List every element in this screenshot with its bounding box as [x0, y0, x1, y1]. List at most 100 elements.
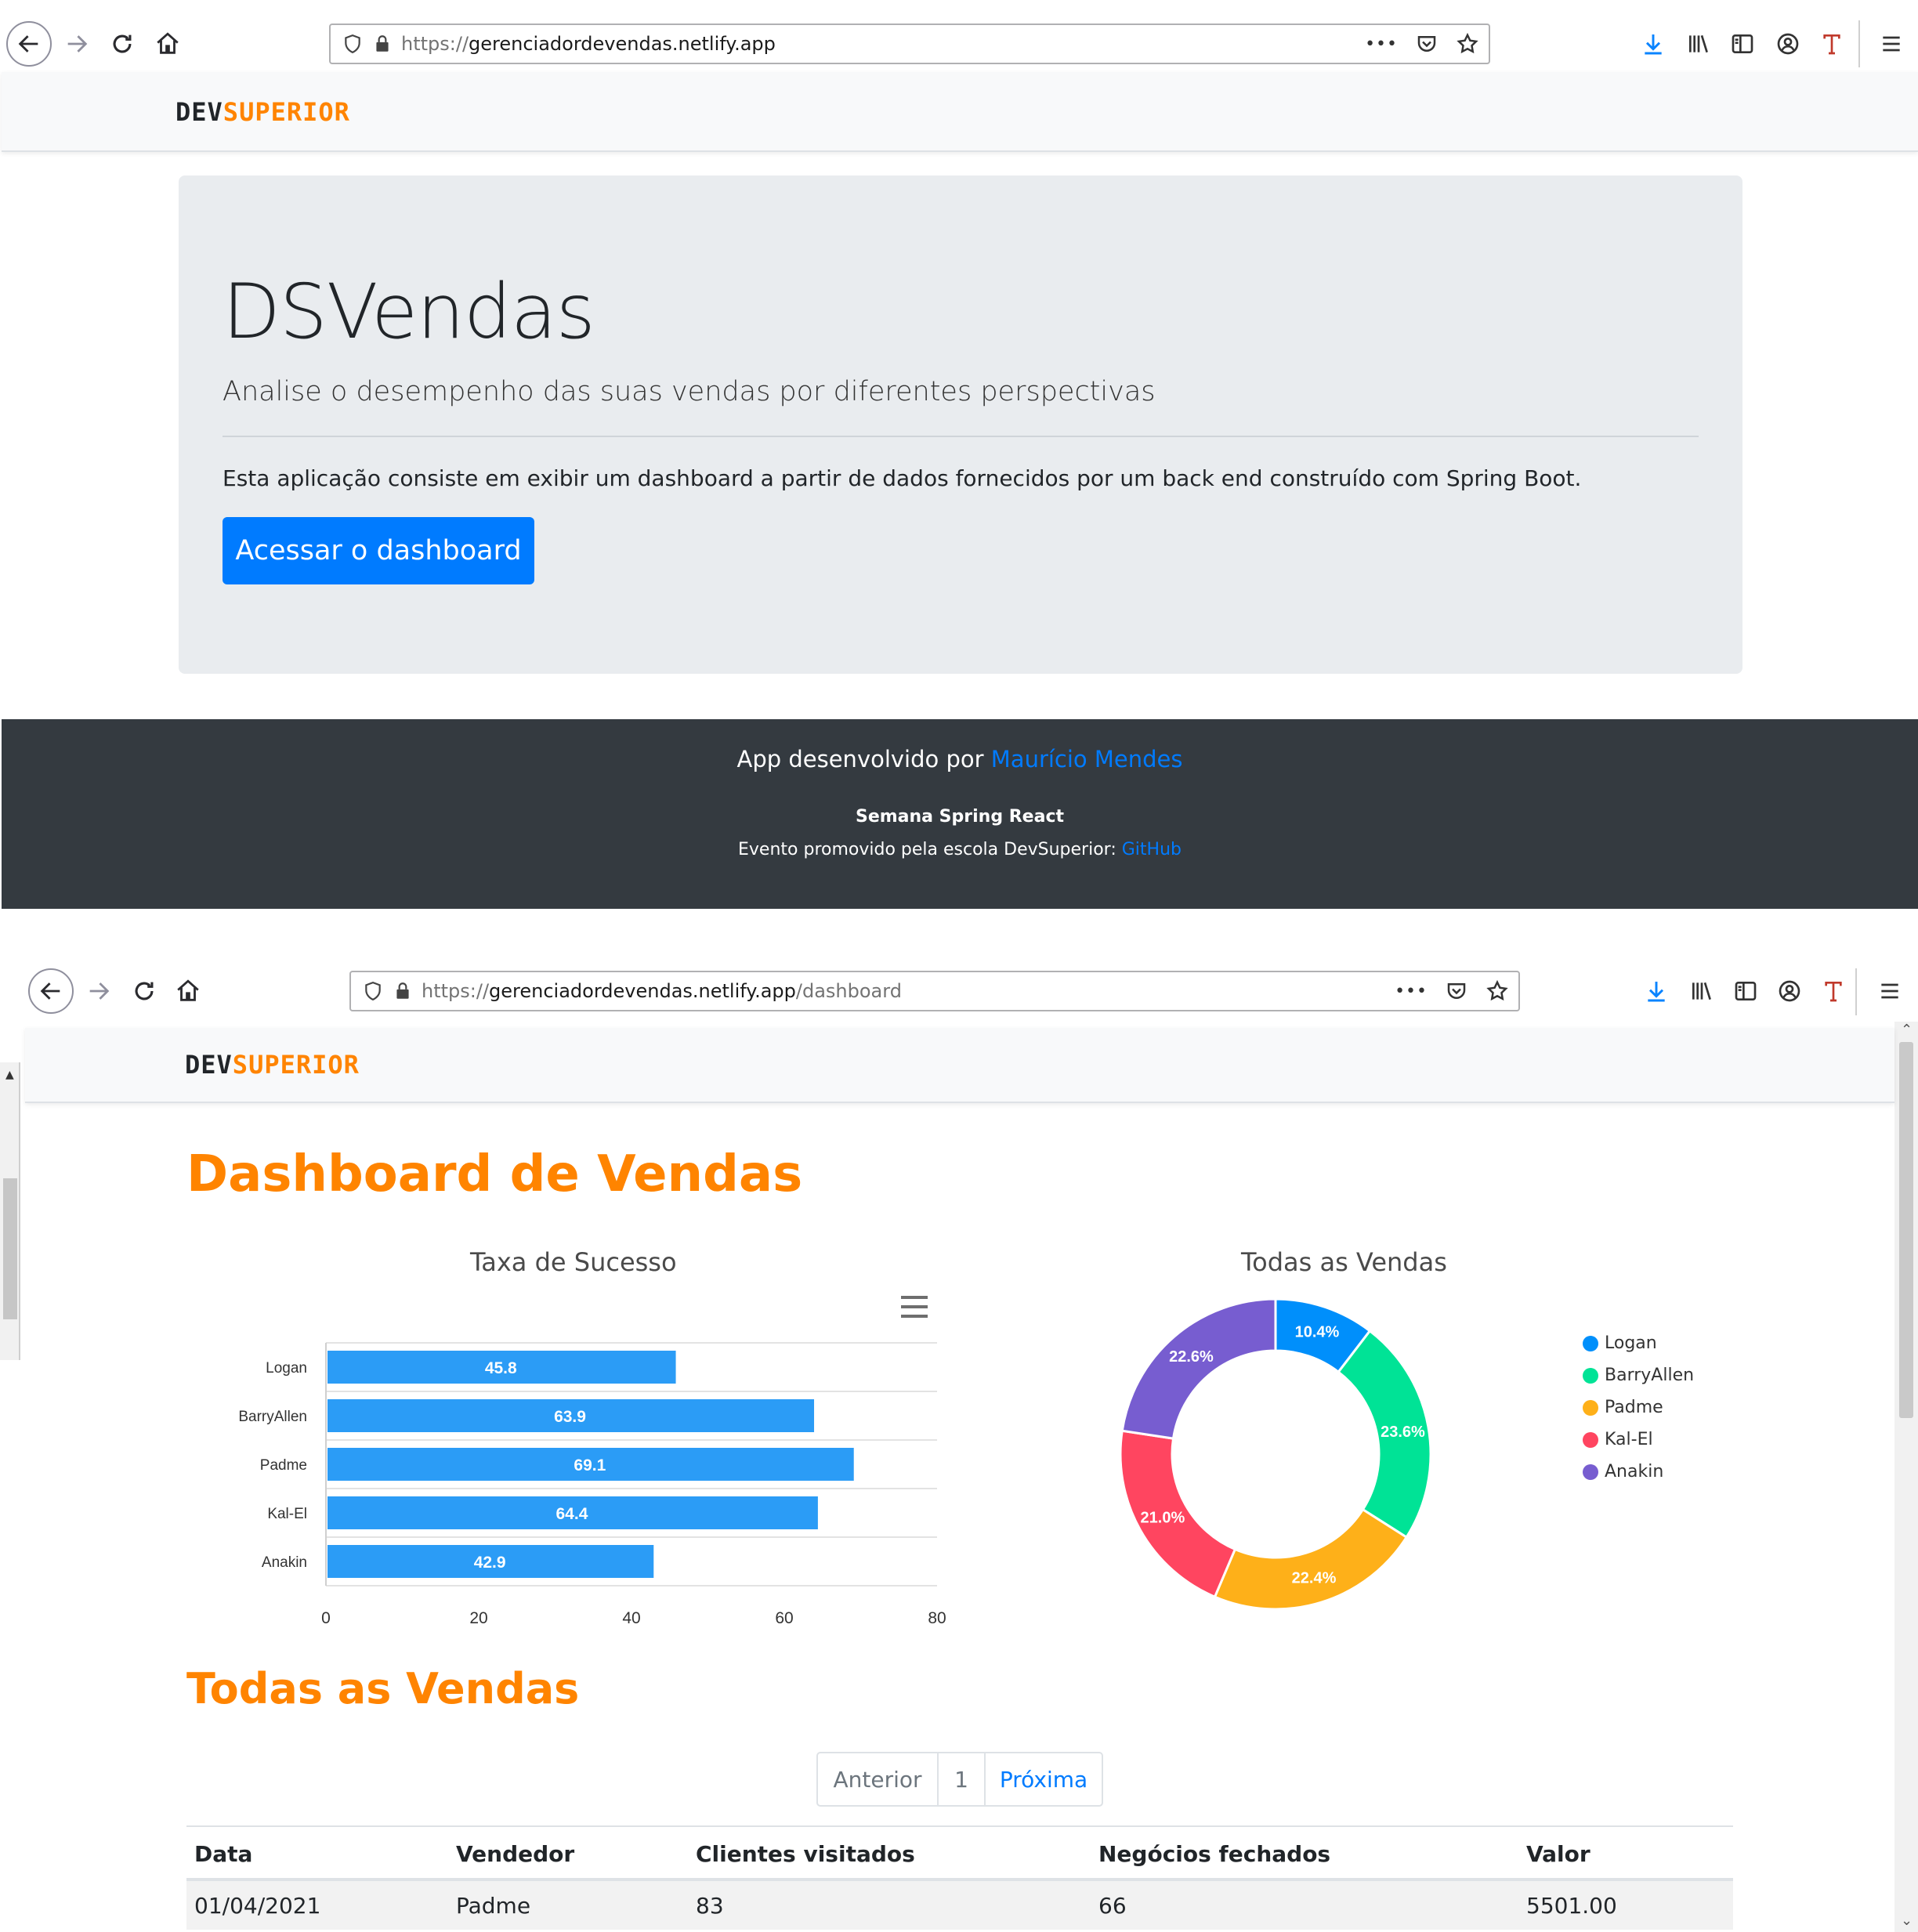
download-icon[interactable] [1638, 28, 1669, 60]
reload-icon[interactable] [105, 27, 139, 61]
sales-section-title: Todas as Vendas [186, 1664, 580, 1713]
pagination: Anterior 1 Próxima [816, 1752, 1103, 1807]
donut-chart-title: Todas as Vendas [1241, 1247, 1447, 1277]
bar-data-label: 45.8 [485, 1359, 517, 1377]
left-scrollbar[interactable]: ▲ [0, 1062, 20, 1360]
url-path: /dashboard [795, 980, 902, 1002]
access-dashboard-button[interactable]: Acessar o dashboard [223, 517, 534, 584]
toolbar-separator [1858, 20, 1860, 67]
app-navbar: DEVSUPERIOR [2, 72, 1918, 152]
cell-amount: 5501.00 [1518, 1879, 1733, 1930]
legend-label: Padme [1605, 1398, 1663, 1417]
pocket-icon[interactable] [1445, 979, 1468, 1003]
scroll-down-icon[interactable]: ⌄ [1901, 1912, 1913, 1929]
legend-item-logan[interactable]: Logan [1583, 1327, 1694, 1359]
legend-label: BarryAllen [1605, 1366, 1695, 1385]
back-icon[interactable] [6, 21, 52, 67]
x-tick-label: 60 [775, 1609, 793, 1627]
url-bar[interactable]: https://gerenciadordevendas.netlify.app … [329, 24, 1490, 64]
lock-icon[interactable] [370, 31, 395, 56]
x-tick-label: 40 [622, 1609, 640, 1627]
slice-data-label: 22.4% [1292, 1570, 1337, 1587]
url-scheme: https:// [401, 33, 469, 55]
page-scrollbar[interactable]: ⌃ ⌄ [1894, 1022, 1918, 1932]
legend-item-anakin[interactable]: Anakin [1583, 1456, 1694, 1488]
divider [223, 436, 1699, 437]
url-host: gerenciadordevendas.netlify.app [469, 33, 776, 55]
cell-deals: 66 [1091, 1879, 1518, 1930]
cell-date: 01/04/2021 [186, 1879, 448, 1930]
account-icon[interactable] [1772, 28, 1804, 60]
scrollbar-thumb[interactable] [3, 1178, 17, 1319]
pagination-page[interactable]: 1 [939, 1753, 986, 1805]
col-header-amount: Valor [1518, 1825, 1733, 1881]
page-actions-icon[interactable]: ••• [1395, 982, 1428, 1001]
legend-marker [1583, 1431, 1598, 1448]
pagination-previous[interactable]: Anterior [818, 1753, 939, 1805]
dashboard-title: Dashboard de Vendas [186, 1145, 803, 1203]
back-icon[interactable] [28, 968, 74, 1014]
bar-data-label: 64.4 [556, 1505, 588, 1523]
event-title: Semana Spring React [855, 807, 1065, 827]
lock-icon[interactable] [390, 979, 415, 1004]
bar-data-label: 63.9 [554, 1408, 586, 1426]
pocket-icon[interactable] [1415, 32, 1438, 56]
bookmark-star-icon[interactable] [1486, 979, 1509, 1003]
reload-icon[interactable] [127, 974, 161, 1008]
success-rate-bar-chart: Logan 45.8 BarryAllen 63.9 Padme 69.1 Kal-El 64… [238, 1342, 946, 1627]
bar-chart-title: Taxa de Sucesso [470, 1247, 677, 1277]
forward-icon[interactable] [81, 974, 116, 1008]
app-navbar: DEVSUPERIOR [25, 1028, 1894, 1103]
jumbotron: DSVendas Analise o desempenho das suas v… [179, 175, 1742, 674]
scroll-up-icon[interactable]: ⌃ [1901, 1022, 1913, 1038]
table-header-row: Data Vendedor Clientes visitados Negócio… [186, 1825, 1733, 1881]
library-icon[interactable] [1683, 28, 1714, 60]
toolbar-separator [1855, 968, 1857, 1015]
event-text: Evento promovido pela escola DevSuperior… [738, 840, 1182, 859]
extension-t-icon[interactable] [1816, 28, 1847, 60]
page-actions-icon[interactable]: ••• [1365, 34, 1398, 54]
sidebar-icon[interactable] [1730, 975, 1761, 1007]
brand-logo[interactable]: DEVSUPERIOR [185, 1050, 360, 1080]
library-icon[interactable] [1686, 975, 1717, 1007]
author-link[interactable]: Maurício Mendes [991, 746, 1183, 772]
github-link[interactable]: GitHub [1122, 840, 1182, 859]
x-tick-label: 20 [469, 1609, 487, 1627]
slice-data-label: 22.6% [1169, 1348, 1214, 1366]
legend-marker [1583, 1463, 1598, 1480]
scrollbar-thumb[interactable] [1899, 1042, 1913, 1418]
y-tick-label: Anakin [262, 1554, 307, 1571]
legend-item-padme[interactable]: Padme [1583, 1391, 1694, 1424]
slice-anakin[interactable] [1120, 1297, 1277, 1440]
home-icon[interactable] [150, 27, 185, 61]
legend-marker [1583, 1335, 1598, 1351]
slice-data-label: 23.6% [1381, 1424, 1425, 1441]
menu-icon[interactable] [1874, 975, 1905, 1007]
forward-icon[interactable] [60, 27, 94, 61]
all-sales-donut-chart: 10.4% 23.6% 22.4% 21.0% 22.6% [1119, 1297, 1432, 1611]
url-bar[interactable]: https://gerenciadordevendas.netlify.app/… [349, 971, 1520, 1011]
donut-legend: Logan BarryAllen Padme Kal-El Anakin [1583, 1327, 1694, 1488]
menu-icon[interactable] [1876, 28, 1907, 60]
download-icon[interactable] [1641, 975, 1672, 1007]
account-icon[interactable] [1774, 975, 1805, 1007]
slice-padme[interactable] [1213, 1507, 1409, 1611]
shield-icon[interactable] [340, 31, 365, 56]
pagination-next[interactable]: Próxima [986, 1753, 1102, 1805]
bookmark-star-icon[interactable] [1456, 32, 1479, 56]
browser-toolbar-2: https://gerenciadordevendas.netlify.app/… [25, 954, 1918, 1028]
brand-logo[interactable]: DEVSUPERIOR [176, 97, 350, 127]
legend-item-kal-el[interactable]: Kal-El [1583, 1424, 1694, 1456]
browser-toolbar-1: https://gerenciadordevendas.netlify.app … [0, 6, 1918, 81]
home-icon[interactable] [171, 974, 205, 1008]
sidebar-icon[interactable] [1727, 28, 1758, 60]
scroll-up-icon[interactable]: ▲ [5, 1069, 14, 1081]
y-tick-label: BarryAllen [238, 1409, 307, 1425]
extension-t-icon[interactable] [1818, 975, 1849, 1007]
home-lead: Analise o desempenho das suas vendas por… [223, 376, 1156, 407]
legend-item-barryallen[interactable]: BarryAllen [1583, 1359, 1694, 1391]
home-title: DSVendas [223, 268, 595, 356]
shield-icon[interactable] [360, 979, 385, 1004]
legend-label: Kal-El [1605, 1430, 1653, 1449]
chart-menu-icon[interactable] [901, 1296, 928, 1318]
